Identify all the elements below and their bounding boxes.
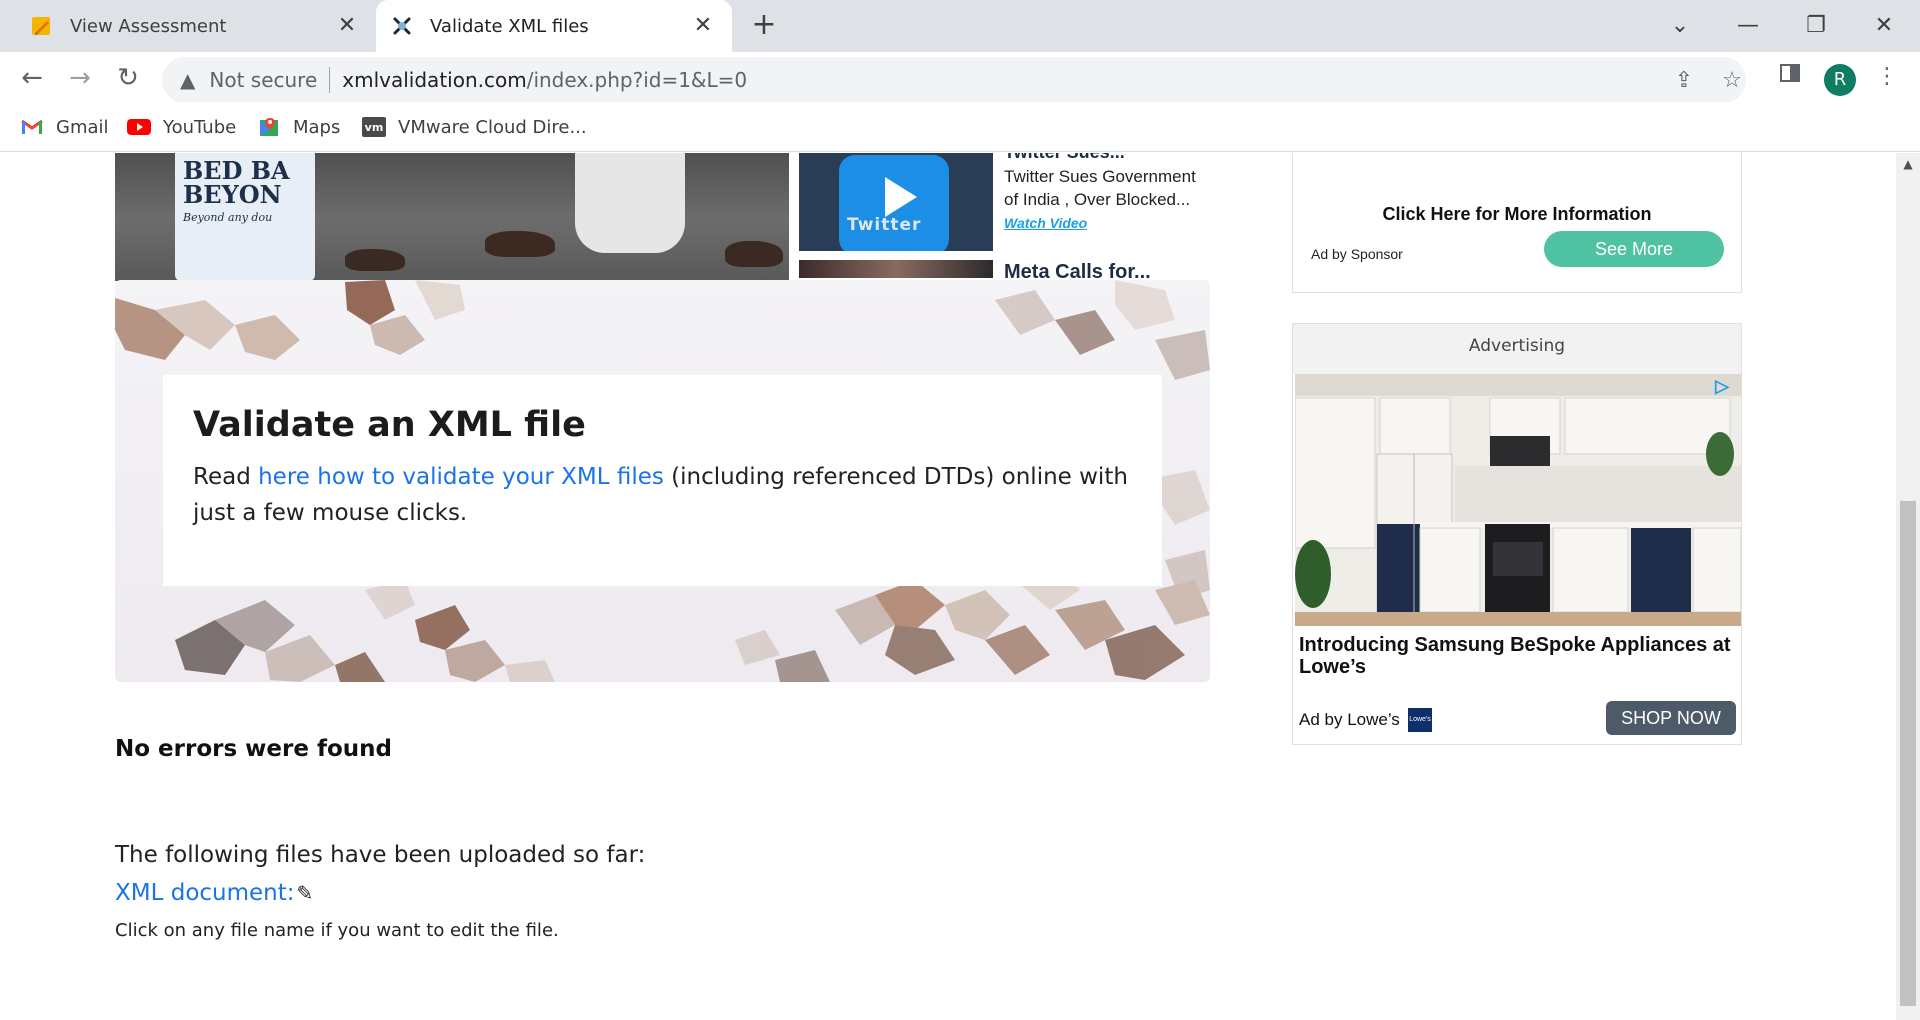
hero-text-before: Read bbox=[193, 464, 259, 490]
news-story-1-desc: Twitter Sues Government of India , Over … bbox=[1004, 165, 1204, 235]
shoe-graphic bbox=[485, 231, 555, 257]
url-domain: xmlvalidation.com bbox=[342, 68, 527, 92]
uploaded-files-label: The following files have been uploaded s… bbox=[115, 842, 646, 868]
pencil-note-icon bbox=[30, 14, 54, 38]
vmware-icon: vm bbox=[362, 117, 386, 137]
maps-icon bbox=[257, 117, 281, 137]
lowes-logo: Lowe's bbox=[1408, 708, 1432, 732]
omnibox-separator bbox=[329, 67, 331, 93]
kebab-menu-icon[interactable]: ⋮ bbox=[1872, 62, 1902, 92]
how-to-validate-link[interactable]: here how to validate your XML files bbox=[258, 464, 664, 490]
shoe-graphic bbox=[725, 241, 783, 267]
white-bag-graphic bbox=[575, 153, 685, 253]
twitter-video-thumbnail[interactable]: Twitter bbox=[799, 153, 993, 251]
news-main-photo[interactable]: BED BA BEYON Beyond any dou bbox=[115, 153, 789, 281]
share-icon[interactable]: ⇪ bbox=[1670, 67, 1698, 95]
youtube-icon bbox=[127, 117, 151, 137]
restore-icon[interactable]: ❐ bbox=[1796, 6, 1836, 46]
news-story-1[interactable]: Twitter Sues... Twitter Sues Government … bbox=[1004, 153, 1204, 235]
gmail-icon bbox=[20, 117, 44, 137]
bookmark-vmware[interactable]: vm VMware Cloud Dire... bbox=[362, 114, 587, 140]
lowes-ad-title[interactable]: Introducing Samsung BeSpoke Appliances a… bbox=[1299, 634, 1735, 678]
xml-document-row: XML document: ✎ bbox=[115, 880, 313, 906]
close-tab-icon[interactable]: ✕ bbox=[690, 13, 716, 39]
minimize-icon[interactable]: — bbox=[1728, 6, 1768, 46]
tab-validate-xml[interactable]: Validate XML files ✕ bbox=[376, 0, 732, 52]
page-content: BED BA BEYON Beyond any dou Twitter Twit… bbox=[0, 153, 1896, 1020]
play-icon bbox=[885, 177, 917, 217]
browser-toolbar: ← → ↻ ▲ Not secure xmlvalidation.com/ind… bbox=[0, 52, 1920, 103]
close-window-icon[interactable]: ✕ bbox=[1864, 6, 1904, 46]
url-text: xmlvalidation.com/index.php?id=1&L=0 bbox=[342, 68, 747, 92]
address-bar[interactable]: ▲ Not secure xmlvalidation.com/index.php… bbox=[162, 57, 1746, 103]
close-tab-icon[interactable]: ✕ bbox=[334, 13, 360, 39]
watch-video-link[interactable]: Watch Video bbox=[1004, 215, 1087, 231]
bag-tagline: Beyond any dou bbox=[183, 211, 273, 224]
news-desc-text: Twitter Sues Government of India , Over … bbox=[1004, 167, 1196, 209]
hero-banner: Validate an XML file Read here how to va… bbox=[115, 280, 1210, 682]
bookmark-label: VMware Cloud Dire... bbox=[398, 116, 587, 138]
advertising-label: Advertising bbox=[1293, 324, 1741, 374]
reload-icon[interactable]: ↻ bbox=[110, 60, 146, 96]
scroll-up-arrow-icon[interactable]: ▲ bbox=[1896, 157, 1920, 177]
bag-brand-line2: BEYON bbox=[183, 180, 282, 209]
tab-title: Validate XML files bbox=[430, 15, 589, 37]
tab-search-icon[interactable]: ⌄ bbox=[1660, 6, 1700, 46]
edit-pencil-icon[interactable]: ✎ bbox=[297, 881, 314, 905]
xml-document-link[interactable]: XML document: bbox=[115, 880, 295, 906]
edit-hint: Click on any file name if you want to ed… bbox=[115, 920, 559, 941]
bookmark-star-icon[interactable]: ☆ bbox=[1718, 67, 1746, 95]
profile-avatar[interactable]: R bbox=[1824, 64, 1856, 96]
shop-now-button[interactable]: SHOP NOW bbox=[1606, 701, 1736, 735]
side-panel-icon[interactable] bbox=[1775, 62, 1805, 92]
lowes-ad[interactable]: Advertising ▷ Introducing Samsung BeSpok… bbox=[1292, 323, 1742, 745]
bookmark-label: YouTube bbox=[163, 116, 237, 138]
kitchen-ad-image[interactable] bbox=[1295, 374, 1741, 626]
tab-view-assessment[interactable]: View Assessment ✕ bbox=[16, 0, 376, 52]
xml-validation-favicon bbox=[390, 14, 414, 38]
hero-description: Read here how to validate your XML files… bbox=[193, 459, 1132, 531]
tab-strip: View Assessment ✕ Validate XML files ✕ +… bbox=[0, 0, 1920, 52]
twitter-thumb-label: Twitter bbox=[847, 215, 922, 235]
page-title: Validate an XML file bbox=[193, 405, 586, 445]
ad-sponsor-label: Ad by Sponsor bbox=[1311, 246, 1403, 262]
bookmark-youtube[interactable]: YouTube bbox=[127, 114, 236, 140]
vertical-scrollbar[interactable]: ▲ bbox=[1896, 153, 1920, 1020]
back-arrow-icon[interactable]: ← bbox=[14, 60, 50, 96]
new-tab-button[interactable]: + bbox=[748, 10, 780, 42]
hero-card: Validate an XML file Read here how to va… bbox=[163, 375, 1162, 586]
url-path: /index.php?id=1&L=0 bbox=[526, 68, 748, 92]
security-label: Not secure bbox=[209, 68, 318, 92]
tab-title: View Assessment bbox=[70, 15, 227, 37]
scrollbar-thumb[interactable] bbox=[1900, 501, 1916, 1006]
sponsor-ad[interactable]: Click Here for More Information Ad by Sp… bbox=[1292, 153, 1742, 293]
adchoices-icon[interactable]: ▷ bbox=[1715, 376, 1729, 397]
lowes-ad-sponsor: Ad by Lowe’s bbox=[1299, 710, 1400, 729]
shoe-graphic bbox=[345, 249, 405, 271]
warning-triangle-icon: ▲ bbox=[180, 68, 196, 92]
bookmark-maps[interactable]: Maps bbox=[257, 114, 340, 140]
forward-arrow-icon[interactable]: → bbox=[62, 60, 98, 96]
news-story-1-title: Twitter Sues... bbox=[1004, 153, 1204, 161]
bookmark-gmail[interactable]: Gmail bbox=[20, 114, 109, 140]
see-more-button[interactable]: See More bbox=[1544, 231, 1724, 267]
validation-status: No errors were found bbox=[115, 736, 392, 762]
meta-news-thumbnail[interactable] bbox=[799, 260, 993, 278]
bookmark-label: Maps bbox=[293, 116, 341, 138]
bookmark-label: Gmail bbox=[56, 116, 109, 138]
ad-headline: Click Here for More Information bbox=[1382, 204, 1652, 224]
shopping-bag-graphic: BED BA BEYON Beyond any dou bbox=[175, 153, 315, 281]
bookmarks-bar: Gmail YouTube Maps vm VMware Cloud Dire.… bbox=[0, 102, 1920, 152]
